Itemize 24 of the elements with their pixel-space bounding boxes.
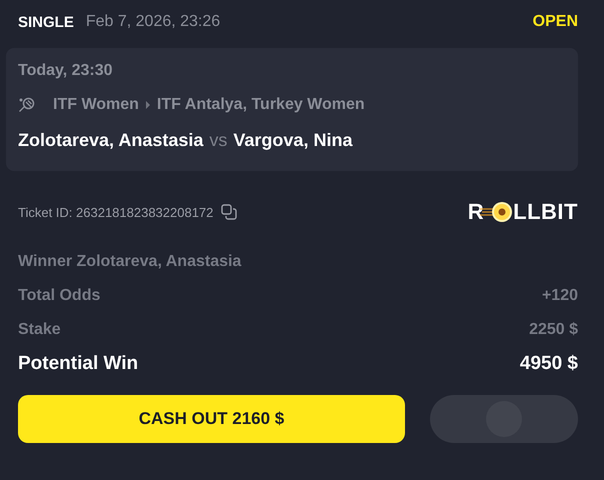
summary-value: 2250 $ bbox=[529, 321, 578, 339]
tennis-racket-icon bbox=[18, 96, 35, 114]
chevron-icon bbox=[146, 101, 150, 109]
logo-wordmark: LLBIT bbox=[513, 199, 578, 225]
breadcrumb-link[interactable]: ITF Antalya, Turkey Women bbox=[156, 96, 365, 114]
summary-label: Total Odds bbox=[18, 287, 100, 305]
breadcrumb-link[interactable]: ITF Women bbox=[53, 96, 139, 114]
status-label: OPEN bbox=[532, 13, 578, 31]
selection-label: Winner Zolotareva, Anastasia bbox=[17, 253, 242, 271]
cash-out-button[interactable]: CASH OUT 2160 $ bbox=[18, 395, 405, 443]
placed-date: Feb 7, 2026, 23:26 bbox=[86, 13, 220, 31]
team-name: Vargova, Nina bbox=[233, 130, 352, 151]
logo-letter: R bbox=[468, 199, 484, 225]
summary-value: +120 bbox=[542, 287, 578, 305]
summary-value: 4950 $ bbox=[520, 353, 578, 375]
summary-label: Potential Win bbox=[18, 353, 138, 375]
versus-label: vs bbox=[209, 130, 228, 151]
bet-type: SINGLE bbox=[18, 14, 74, 30]
summary-label: Stake bbox=[18, 321, 61, 339]
slide-control[interactable] bbox=[430, 395, 578, 443]
copy-icon[interactable] bbox=[221, 204, 238, 220]
ticket-id: Ticket ID: 2632181823832208172 bbox=[18, 204, 214, 220]
team-name: Zolotareva, Anastasia bbox=[18, 130, 204, 151]
event-time: Today, 23:30 bbox=[18, 62, 114, 80]
